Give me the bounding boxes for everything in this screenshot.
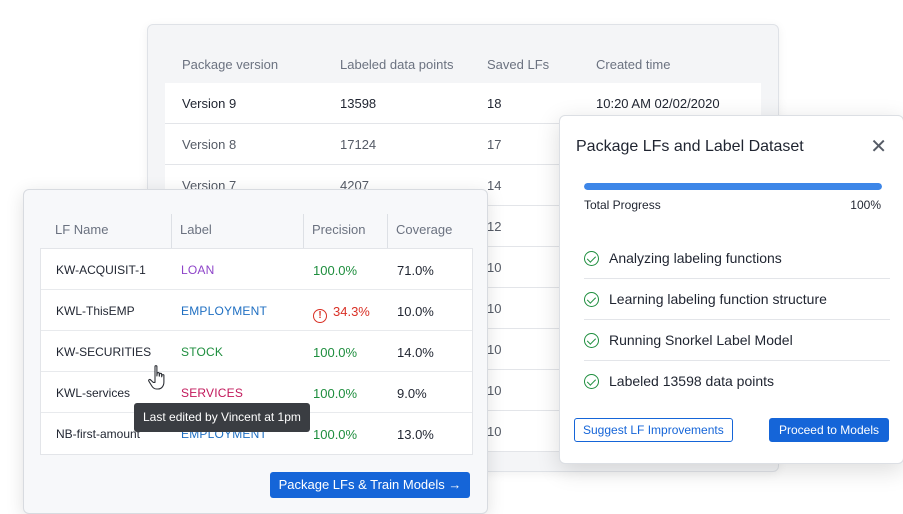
header-precision: Precision (312, 222, 366, 237)
precision-value: 100.0% (313, 427, 358, 442)
proceed-to-models-button[interactable]: Proceed to Models (768, 418, 889, 442)
version-cell-lfs: 10 (487, 260, 502, 275)
package-label-dataset-modal: Package LFs and Label Dataset ✕ Total Pr… (559, 115, 903, 464)
lf-label: EMPLOYMENT (181, 304, 268, 318)
lf-coverage: 71.0% (397, 263, 434, 278)
precision-value: 34.3% (333, 304, 370, 319)
close-icon[interactable]: ✕ (870, 134, 887, 158)
column-divider (171, 214, 172, 250)
lf-name: KW-ACQUISIT-1 (56, 263, 146, 277)
version-cell-version: Version 8 (182, 137, 237, 152)
version-cell-lfs: 12 (487, 219, 502, 234)
lf-table-header: LF Name Label Precision Coverage (40, 206, 473, 250)
check-circle-icon (584, 251, 599, 266)
version-cell-lfs: 14 (487, 178, 502, 193)
step-item: Labeled 13598 data points (584, 361, 890, 402)
lf-name: NB-first-amount (56, 427, 141, 441)
versions-table-header: Package version Labeled data points Save… (148, 25, 778, 85)
total-progress-bar (584, 183, 882, 190)
lf-label: STOCK (181, 345, 224, 359)
step-label: Labeled 13598 data points (609, 373, 775, 389)
lf-name: KW-SECURITIES (56, 345, 152, 359)
header-saved-lfs: Saved LFs (487, 57, 550, 72)
header-lf-name: LF Name (55, 222, 109, 237)
precision-value: 100.0% (313, 345, 358, 360)
lf-name: KWL-services (56, 386, 131, 400)
progress-label: Total Progress (584, 198, 661, 212)
last-edited-tooltip: Last edited by Vincent at 1pm (134, 403, 310, 432)
progress-percent: 100% (850, 198, 881, 212)
suggest-lf-improvements-button[interactable]: Suggest LF Improvements (574, 418, 733, 442)
check-circle-icon (584, 333, 599, 348)
lf-precision: 100.0% (313, 427, 357, 442)
lf-table-panel: LF Name Label Precision Coverage KW-ACQU… (23, 189, 488, 514)
version-cell-version: Version 9 (182, 96, 237, 111)
version-cell-lfs: 10 (487, 301, 502, 316)
header-label: Label (180, 222, 212, 237)
step-label: Analyzing labeling functions (609, 250, 782, 266)
lf-coverage: 13.0% (397, 427, 434, 442)
version-cell-points: 13598 (340, 96, 377, 111)
warning-icon: ! (313, 309, 327, 323)
version-cell-lfs: 10 (487, 424, 502, 439)
version-cell-points: 17124 (340, 137, 377, 152)
header-coverage: Coverage (396, 222, 453, 237)
lf-name: KWL-ThisEMP (56, 304, 135, 318)
version-cell-lfs: 17 (487, 137, 502, 152)
step-item: Running Snorkel Label Model (584, 320, 890, 361)
check-circle-icon (584, 292, 599, 307)
column-divider (387, 214, 388, 250)
lf-precision: 100.0% (313, 345, 357, 360)
step-label: Learning labeling function structure (609, 291, 827, 307)
lf-row[interactable]: KWL-ThisEMP EMPLOYMENT! 34.3% 10.0% (41, 290, 472, 331)
step-item: Analyzing labeling functions (584, 238, 890, 279)
lf-label: SERVICES (181, 386, 244, 400)
version-cell-lfs: 10 (487, 342, 502, 357)
header-labeled-points: Labeled data points (340, 57, 454, 72)
lf-row[interactable]: KW-SECURITIES STOCK 100.0% 14.0% (41, 331, 472, 372)
hand-pointer-icon (148, 365, 165, 390)
step-item: Learning labeling function structure (584, 279, 890, 320)
modal-title: Package LFs and Label Dataset (576, 138, 804, 155)
lf-coverage: 9.0% (397, 386, 427, 401)
version-cell-lfs: 18 (487, 96, 502, 111)
lf-precision: 100.0% (313, 386, 357, 401)
lf-coverage: 10.0% (397, 304, 434, 319)
version-cell-lfs: 10 (487, 383, 502, 398)
precision-value: 100.0% (313, 386, 358, 401)
lf-precision: ! 34.3% (313, 304, 370, 323)
lf-row[interactable]: KW-ACQUISIT-1 LOAN 100.0% 71.0% (41, 249, 472, 290)
step-label: Running Snorkel Label Model (609, 332, 793, 348)
version-cell-created: 10:20 AM 02/02/2020 (596, 96, 720, 111)
stage: Package version Labeled data points Save… (0, 0, 903, 514)
lf-precision: 100.0% (313, 263, 357, 278)
check-circle-icon (584, 374, 599, 389)
header-package-version: Package version (182, 57, 279, 72)
header-created-time: Created time (596, 57, 671, 72)
progress-fill (584, 183, 882, 190)
lf-label: LOAN (181, 263, 215, 277)
column-divider (303, 214, 304, 250)
precision-value: 100.0% (313, 263, 358, 278)
lf-coverage: 14.0% (397, 345, 434, 360)
package-train-models-button[interactable]: Package LFs & Train Models → (270, 472, 470, 498)
